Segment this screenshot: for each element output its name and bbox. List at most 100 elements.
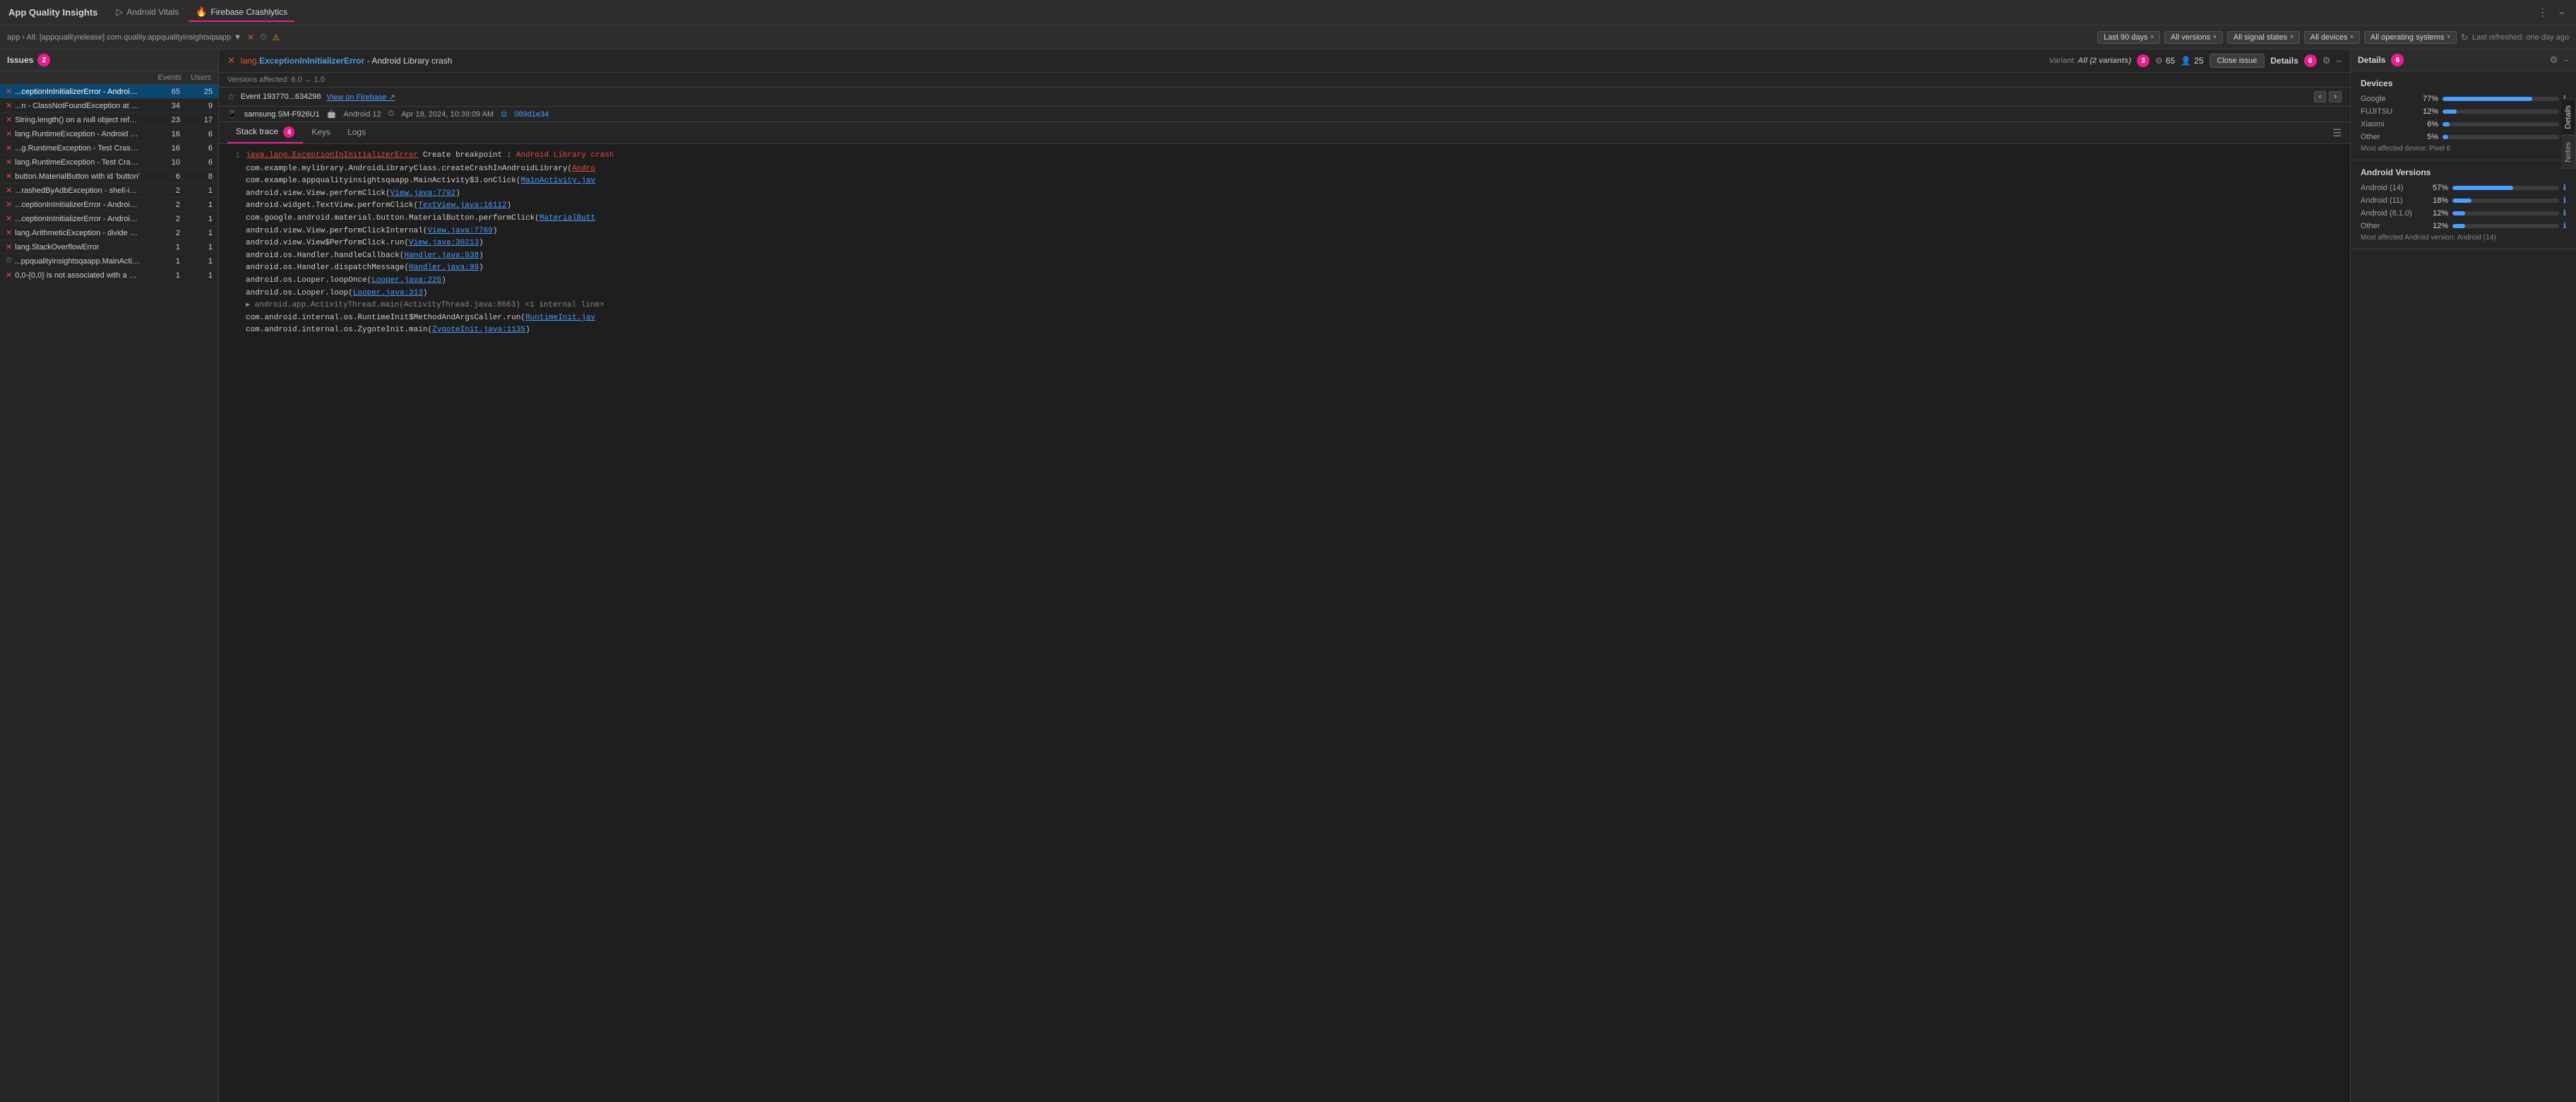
tab-android-vitals-label: Android Vitals [126, 7, 179, 17]
issue-row[interactable]: ✕ ...ceptionInInitializerError - Android… [0, 198, 218, 212]
filter-signal-states[interactable]: All signal states ▾ [2227, 31, 2300, 44]
hash-link[interactable]: 089d1e34 [514, 110, 549, 119]
sidebar-minimize-btn[interactable]: − [2563, 55, 2569, 66]
source-link[interactable]: MaterialButt [539, 214, 595, 223]
source-link[interactable]: Looper.java:313 [353, 289, 423, 297]
source-link[interactable]: Looper.java:226 [371, 276, 441, 285]
minimize-window-btn[interactable]: − [2556, 6, 2568, 20]
issue-row[interactable]: ✕ ...g.RuntimeException - Test Crash new… [0, 141, 218, 155]
issue-row[interactable]: ✕ lang.RuntimeException - Test Crash vcs… [0, 155, 218, 170]
filter-os-arrow: ▾ [2447, 33, 2450, 41]
events-count: ⚙ 65 [2155, 56, 2175, 66]
device-pct: 77% [2416, 95, 2438, 103]
issue-users: 1 [183, 201, 213, 209]
source-link[interactable]: View.java:7792 [390, 189, 455, 198]
line-number [227, 237, 240, 238]
device-name-label: Google [2361, 95, 2411, 103]
device-icon: 📱 [227, 109, 237, 119]
filter-signal-states-label: All signal states [2234, 33, 2287, 42]
source-link[interactable]: Handler.java:938 [404, 251, 479, 260]
issue-row[interactable]: ✕ lang.ArithmeticException - divide by z… [0, 226, 218, 240]
filter-days[interactable]: Last 90 days ▾ [2097, 31, 2160, 44]
details-section-label: Details [2270, 56, 2298, 66]
source-link[interactable]: RuntimeInit.jav [525, 314, 595, 322]
sidebar-tabs: Details 6 ⚙ − [2351, 49, 2576, 71]
filter-devices[interactable]: All devices ▾ [2304, 31, 2360, 44]
tab-keys[interactable]: Keys [303, 123, 339, 143]
issue-row[interactable]: ✕ lang.StackOverflowError 1 1 [0, 240, 218, 254]
sidebar-settings-btn[interactable]: ⚙ [2550, 54, 2558, 66]
issue-events: 6 [143, 172, 180, 181]
issue-row[interactable]: ✕ button.MaterialButton with id 'button'… [0, 170, 218, 184]
version-info-icon[interactable]: ℹ [2563, 208, 2566, 218]
error-class-link[interactable]: java.lang.ExceptionInInitializerError [246, 151, 418, 160]
issue-row[interactable]: ✕ ...rashedByAdbException - shell-induce… [0, 184, 218, 198]
issue-text: button.MaterialButton with id 'button' [15, 172, 141, 181]
filter-days-label: Last 90 days [2104, 33, 2147, 42]
issue-row[interactable]: ✕ String.length() on a null object refer… [0, 113, 218, 127]
version-name: Android (14) [2361, 184, 2421, 192]
issue-row[interactable]: ✕ ...ceptionInInitializerError - Android… [0, 212, 218, 226]
view-on-firebase-link[interactable]: View on Firebase ↗ [327, 93, 395, 102]
more-options-btn[interactable]: ⋮ [2535, 5, 2551, 20]
tab-details-vertical[interactable]: Details [2561, 99, 2576, 136]
line-number [227, 250, 240, 251]
source-link[interactable]: View.java:30213 [409, 239, 479, 247]
version-info-icon[interactable]: ℹ [2563, 221, 2566, 230]
filter-versions[interactable]: All versions ▾ [2164, 31, 2223, 44]
device-bar-fill [2443, 135, 2448, 139]
issue-events: 1 [143, 243, 180, 251]
error-message: Android Library crash [516, 151, 614, 160]
tab-firebase-crashlytics[interactable]: 🔥 Firebase Crashlytics [189, 4, 294, 22]
android-vitals-icon: ▷ [116, 6, 123, 18]
tab-logs[interactable]: Logs [339, 123, 374, 143]
issue-events: 1 [143, 271, 180, 280]
tab-android-vitals[interactable]: ▷ Android Vitals [109, 4, 186, 22]
issue-row[interactable]: ✕ ...n - ClassNotFoundException at java … [0, 99, 218, 113]
source-link[interactable]: Andro [572, 165, 595, 173]
refresh-icon[interactable]: ↻ [2461, 32, 2468, 42]
stack-content: com.example.appqualityinsightsqaapp.Main… [246, 175, 2342, 188]
issue-text: ...ceptionInInitializerError - Android L… [15, 215, 141, 223]
issue-events: 2 [143, 229, 180, 237]
issue-title-bar: ✕ lang.ExceptionInInitializerError - And… [219, 49, 2350, 73]
device-bar-container [2443, 122, 2559, 126]
source-link[interactable]: ZygoteInit.java:1135 [432, 326, 525, 334]
filter-os[interactable]: All operating systems ▾ [2364, 31, 2457, 44]
next-event-btn[interactable]: › [2329, 91, 2342, 102]
line-number [227, 188, 240, 189]
minimize-panel-btn[interactable]: − [2336, 56, 2342, 66]
tab-stack-trace[interactable]: Stack trace 4 [227, 122, 303, 143]
source-link[interactable]: Handler.java:99 [409, 263, 479, 272]
source-link[interactable]: TextView.java:16112 [418, 201, 506, 210]
version-info-icon[interactable]: ℹ [2563, 196, 2566, 205]
issue-error-icon: ✕ [6, 143, 12, 153]
device-bar-container [2443, 97, 2559, 101]
issue-error-icon: ✕ [6, 101, 12, 110]
expand-arrow[interactable]: ▶ [246, 302, 250, 309]
source-link[interactable]: View.java:7769 [427, 227, 492, 235]
close-issue-button[interactable]: Close issue [2210, 54, 2265, 68]
most-affected-device: Most affected device: Pixel 6 [2361, 145, 2566, 153]
firebase-icon: 🔥 [196, 6, 207, 18]
source-link[interactable]: MainActivity.jav [520, 177, 595, 185]
right-vertical-tabs: Details Notes [2561, 99, 2576, 168]
android-version: Android 12 [343, 110, 381, 119]
trace-filter-btn[interactable]: ☰ [2332, 127, 2342, 139]
issue-users: 1 [183, 229, 213, 237]
prev-event-btn[interactable]: ‹ [2314, 91, 2327, 102]
settings-btn[interactable]: ⚙ [2322, 55, 2331, 66]
stack-content: android.view.View$PerformClick.run(View.… [246, 237, 2342, 250]
issue-row[interactable]: ⏱ ...ppqualityinsightsqaapp.MainActivity… [0, 254, 218, 268]
android-version-row: Android (11) 18% ℹ [2361, 196, 2566, 205]
stack-line: android.os.Looper.loop(Looper.java:313) [227, 288, 2342, 300]
issue-row[interactable]: ✕ ...ceptionInInitializerError - Android… [0, 85, 218, 99]
variant-bold: All (2 variants) [2077, 57, 2131, 65]
issue-row[interactable]: ✕ lang.RuntimeException - Android Librar… [0, 127, 218, 141]
stack-line: 1 java.lang.ExceptionInInitializerError … [227, 150, 2342, 163]
breadcrumb-dropdown-icon[interactable]: ▼ [234, 33, 242, 42]
issue-row[interactable]: ✕ 0,0-{0,0} is not associated with a Fra… [0, 268, 218, 283]
tab-notes-vertical[interactable]: Notes [2561, 136, 2576, 169]
version-info-icon[interactable]: ℹ [2563, 183, 2566, 192]
line-number [227, 312, 240, 313]
